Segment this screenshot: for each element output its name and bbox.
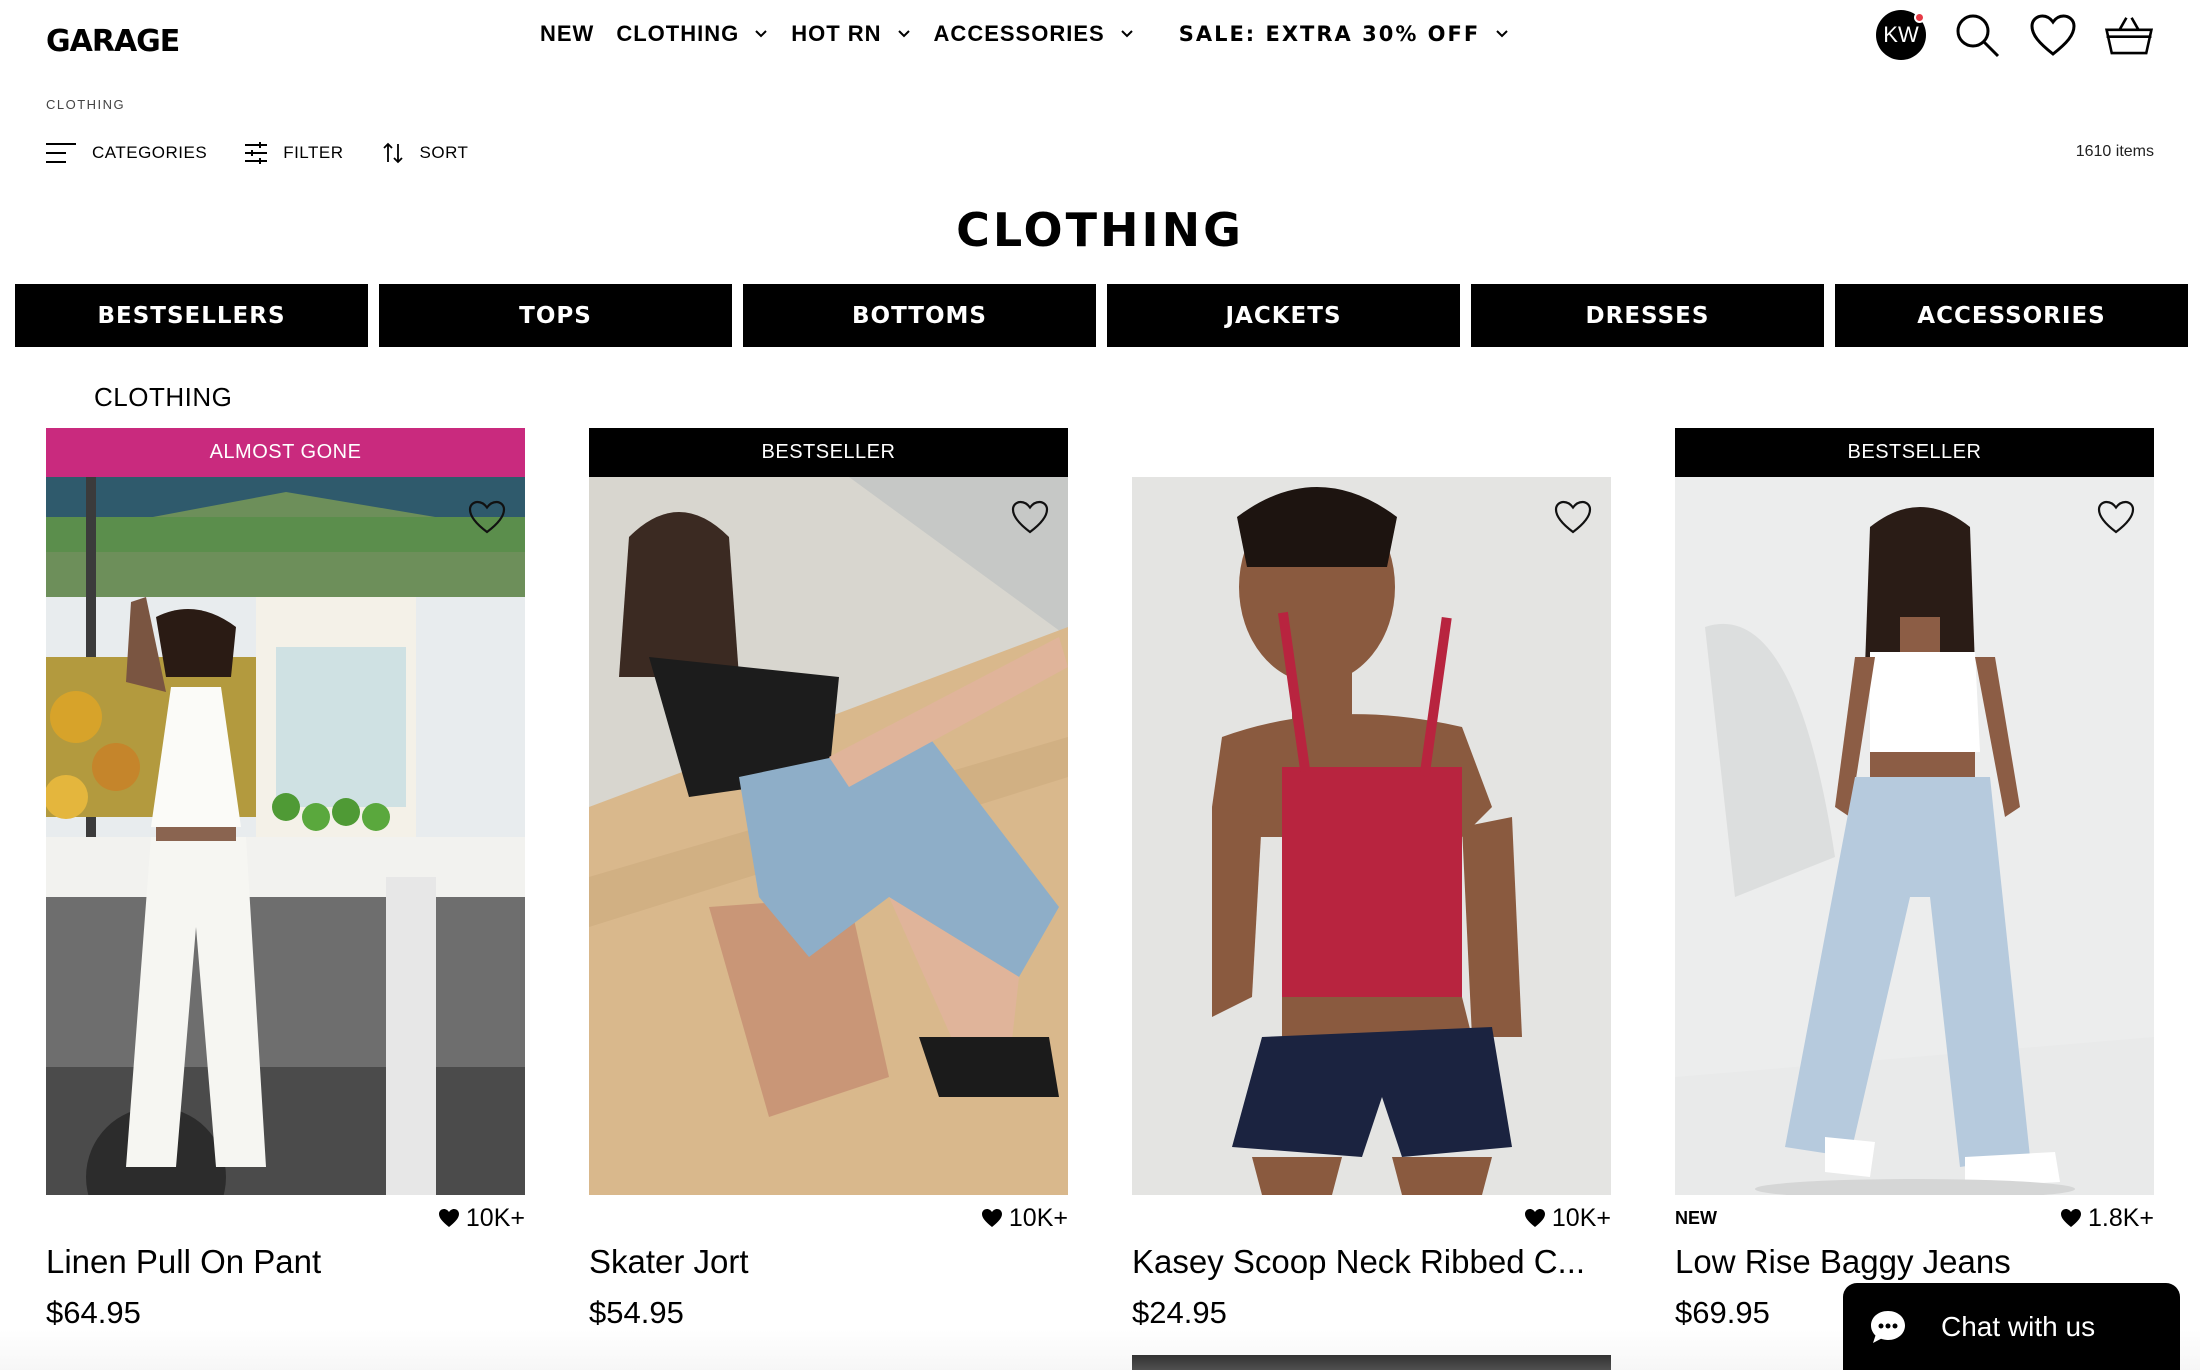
listing-toolbar: CATEGORIES FILTER SORT <box>46 138 506 168</box>
heart-filled-icon <box>981 1209 1002 1227</box>
sort-arrows-icon <box>382 142 403 164</box>
sort-button[interactable]: SORT <box>382 142 469 164</box>
nav-new-label: NEW <box>540 21 595 46</box>
chevron-down-icon <box>1120 30 1133 38</box>
product-image[interactable] <box>46 477 525 1195</box>
nav-hot-rn[interactable]: HOT RN <box>791 21 911 47</box>
chat-with-us-button[interactable]: Chat with us <box>1843 1283 2180 1370</box>
product-card[interactable]: 10K+ Kasey Scoop Neck Ribbed C... $24.95 <box>1132 428 1611 1370</box>
likes-count: 10K+ <box>981 1204 1068 1233</box>
likes-count: 10K+ <box>1524 1204 1611 1233</box>
product-name[interactable]: Skater Jort <box>589 1243 1068 1281</box>
categories-label: CATEGORIES <box>92 143 208 162</box>
nav-accessories-label: ACCESSORIES <box>933 21 1105 46</box>
category-tabs: BESTSELLERS TOPS BOTTOMS JACKETS DRESSES… <box>15 284 2188 347</box>
likes-value: 10K+ <box>1008 1203 1068 1232</box>
product-card[interactable]: BESTSELLER 10K+ Skater Jort $54.95 <box>589 428 1068 1370</box>
search-button[interactable] <box>1952 10 2002 60</box>
product-badge: BESTSELLER <box>1675 428 2154 477</box>
heart-icon <box>2030 14 2076 56</box>
nav-accessories[interactable]: ACCESSORIES <box>934 21 1135 47</box>
product-grid: ALMOST GONE 10K+ Linen Pull On Pant $64.… <box>46 428 2154 1370</box>
heart-filled-icon <box>438 1209 459 1227</box>
product-badge <box>1132 428 1611 477</box>
tab-bottoms[interactable]: BOTTOMS <box>743 284 1096 347</box>
wishlist-heart-icon[interactable] <box>1553 497 1593 537</box>
product-name[interactable]: Kasey Scoop Neck Ribbed C... <box>1132 1243 1611 1281</box>
product-photo-linen-pant <box>46 477 525 1195</box>
filter-label: FILTER <box>283 143 344 162</box>
nav-clothing-label: CLOTHING <box>616 21 740 46</box>
page-title: CLOTHING <box>956 203 1244 257</box>
garage-logo[interactable]: GARAGE <box>46 24 180 59</box>
likes-count: 1.8K+ <box>2060 1204 2154 1233</box>
nav-hot-rn-label: HOT RN <box>791 21 882 46</box>
product-badge: BESTSELLER <box>589 428 1068 477</box>
chevron-down-icon <box>755 30 767 38</box>
nav-clothing[interactable]: CLOTHING <box>616 21 769 47</box>
product-image[interactable] <box>1132 477 1611 1195</box>
product-price: $24.95 <box>1132 1295 1227 1330</box>
notification-dot <box>1914 12 1925 23</box>
filter-sliders-icon <box>245 142 268 164</box>
categories-button[interactable]: CATEGORIES <box>46 142 207 164</box>
product-image[interactable] <box>1675 477 2154 1195</box>
nav-sale-label: SALE: EXTRA 30% OFF <box>1178 22 1481 46</box>
chevron-down-icon <box>897 30 910 38</box>
wishlist-heart-icon[interactable] <box>2096 497 2136 537</box>
nav-new[interactable]: NEW <box>540 21 594 47</box>
likes-value: 10K+ <box>1551 1203 1611 1232</box>
sort-label: SORT <box>419 143 469 162</box>
breadcrumb[interactable]: CLOTHING <box>46 97 125 112</box>
filter-button[interactable]: FILTER <box>245 142 343 164</box>
product-price: $54.95 <box>589 1295 684 1330</box>
header-actions: KW <box>1876 10 2154 60</box>
wishlist-button[interactable] <box>2028 10 2078 60</box>
tab-bestsellers[interactable]: BESTSELLERS <box>15 284 368 347</box>
heart-filled-icon <box>2060 1209 2081 1227</box>
product-photo-baggy-jeans <box>1675 477 2154 1195</box>
likes-count: 10K+ <box>438 1204 525 1233</box>
tab-tops[interactable]: TOPS <box>379 284 732 347</box>
chat-label: Chat with us <box>1941 1310 2096 1342</box>
product-card[interactable]: ALMOST GONE 10K+ Linen Pull On Pant $64.… <box>46 428 525 1370</box>
item-count: 1610 items <box>2075 143 2154 160</box>
tab-accessories[interactable]: ACCESSORIES <box>1835 284 2188 347</box>
chevron-down-icon <box>1496 30 1508 38</box>
tab-dresses[interactable]: DRESSES <box>1471 284 1824 347</box>
product-photo-kasey-tank <box>1132 477 1611 1195</box>
tab-jackets[interactable]: JACKETS <box>1107 284 1460 347</box>
product-name[interactable]: Linen Pull On Pant <box>46 1243 525 1281</box>
product-price: $64.95 <box>46 1295 141 1330</box>
wishlist-heart-icon[interactable] <box>467 497 507 537</box>
likes-value: 10K+ <box>465 1203 525 1232</box>
section-label: CLOTHING <box>94 382 233 412</box>
menu-lines-icon <box>46 143 76 163</box>
product-meta: 10K+ <box>1132 1199 1611 1237</box>
account-avatar[interactable]: KW <box>1876 10 1926 60</box>
wishlist-heart-icon[interactable] <box>1010 497 1050 537</box>
heart-filled-icon <box>1524 1209 1545 1227</box>
product-tag: NEW <box>1675 1207 1717 1228</box>
product-meta: 10K+ <box>589 1199 1068 1237</box>
product-name[interactable]: Low Rise Baggy Jeans <box>1675 1243 2154 1281</box>
product-image[interactable] <box>589 477 1068 1195</box>
product-meta: NEW 1.8K+ <box>1675 1199 2154 1237</box>
main-nav: NEW CLOTHING HOT RN ACCESSORIES SALE: EX… <box>540 18 1532 50</box>
shopping-basket-icon <box>2104 17 2154 55</box>
product-meta: 10K+ <box>46 1199 525 1237</box>
product-photo-skater-jort <box>589 477 1068 1195</box>
cart-button[interactable] <box>2104 10 2154 60</box>
chat-bubble-icon <box>1871 1310 1905 1343</box>
likes-value: 1.8K+ <box>2087 1203 2154 1232</box>
product-badge: ALMOST GONE <box>46 428 525 477</box>
product-card[interactable]: BESTSELLER NEW 1.8K+ Low Rise Baggy Jean… <box>1675 428 2154 1370</box>
next-row-badge <box>1132 1355 1611 1370</box>
avatar-initials: KW <box>1883 22 1919 47</box>
search-icon <box>1956 14 2000 58</box>
nav-sale[interactable]: SALE: EXTRA 30% OFF <box>1179 22 1511 46</box>
